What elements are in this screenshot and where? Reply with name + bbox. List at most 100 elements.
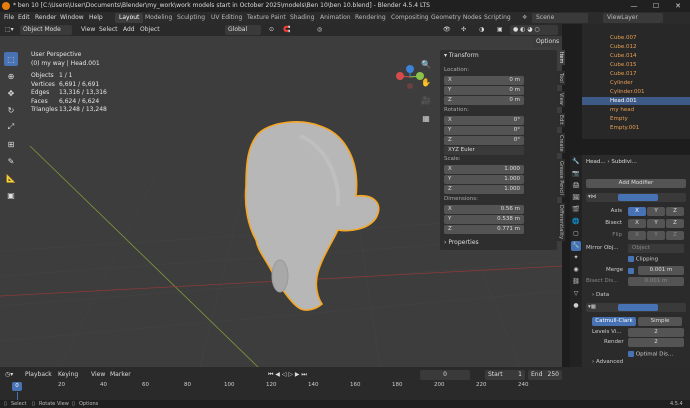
dimensions-x-field[interactable]: X 0.56 m: [444, 205, 524, 214]
menu-file[interactable]: File: [4, 12, 14, 24]
close-button[interactable]: ✕: [667, 0, 689, 12]
transform-header[interactable]: ▾ Transform: [444, 52, 479, 59]
properties-subpanel[interactable]: › Properties: [444, 239, 479, 246]
outliner-item[interactable]: Empty: [582, 115, 690, 123]
workspace-layout[interactable]: Layout: [115, 13, 144, 23]
merge-checkbox[interactable]: [628, 268, 634, 274]
playback-controls[interactable]: ⏮ ◀ ◁ ▷ ▶ ⏭: [265, 370, 310, 380]
workspace-compositing[interactable]: Compositing: [387, 13, 433, 23]
viewlayer-selector[interactable]: ViewLayer: [603, 13, 663, 23]
data-subpanel[interactable]: › Data: [592, 292, 609, 298]
tab-grease-pencil[interactable]: Grease Pencil: [557, 159, 565, 198]
workspace-shading[interactable]: Shading: [286, 13, 318, 23]
menu-render[interactable]: Render: [35, 12, 56, 24]
outliner-item[interactable]: Cube.017: [582, 70, 690, 78]
world-tab-icon[interactable]: 🌐: [571, 217, 581, 227]
rotate-icon[interactable]: ↻: [4, 103, 18, 117]
select-box-icon[interactable]: ⬚: [4, 52, 18, 66]
keying-menu[interactable]: Keying: [55, 370, 81, 380]
location-y-field[interactable]: Y 0 m: [444, 86, 524, 95]
scene-tab-icon[interactable]: 🎬: [571, 205, 581, 215]
object-menu[interactable]: Object: [137, 25, 163, 35]
subsurf-modifier-header[interactable]: ▾▦: [586, 303, 686, 312]
outliner-item[interactable]: Cube.012: [582, 43, 690, 51]
output-tab-icon[interactable]: 🖨: [571, 181, 581, 191]
mode-selector[interactable]: Object Mode: [20, 25, 72, 35]
snap-icon[interactable]: 🧲: [280, 25, 293, 35]
subsurf-toggles[interactable]: [618, 304, 658, 311]
proportional-edit-icon[interactable]: ◎: [314, 25, 325, 35]
start-frame-field[interactable]: Start 1: [485, 370, 525, 380]
view-layer-tab-icon[interactable]: 🖼: [571, 193, 581, 203]
outliner-item[interactable]: Cube.014: [582, 52, 690, 60]
select-menu[interactable]: Select: [96, 25, 121, 35]
menu-help[interactable]: Help: [89, 12, 103, 24]
mirror-axis-z[interactable]: Z: [666, 207, 684, 216]
frame-ruler[interactable]: 0 20 40 60 80 100 120 140 160 180 200 22…: [0, 382, 690, 392]
workspace-texture-paint[interactable]: Texture Paint: [243, 13, 290, 23]
workspace-uv-editing[interactable]: UV Editing: [207, 13, 246, 23]
flip-axis-z[interactable]: Z: [666, 231, 684, 240]
annotate-icon[interactable]: ✎: [4, 154, 18, 168]
timeline-view-menu[interactable]: View: [88, 370, 108, 380]
tab-view[interactable]: View: [557, 91, 565, 107]
transform-orientation[interactable]: Global: [225, 25, 261, 35]
scale-x-field[interactable]: X 1.000: [444, 165, 524, 174]
merge-distance-field[interactable]: 0.001 m: [638, 266, 684, 275]
clipping-checkbox[interactable]: Clipping: [628, 256, 658, 263]
overlays-icon[interactable]: ◑: [476, 25, 487, 35]
maximize-button[interactable]: ☐: [645, 0, 667, 12]
mirror-toggles[interactable]: [618, 194, 658, 201]
mirror-axis-x[interactable]: X: [628, 207, 646, 216]
tab-edit[interactable]: Edit: [557, 112, 565, 127]
constraints-tab-icon[interactable]: ⛓: [571, 277, 581, 287]
minimize-button[interactable]: —: [623, 0, 645, 12]
location-z-field[interactable]: Z 0 m: [444, 96, 524, 105]
measure-icon[interactable]: 📐: [4, 171, 18, 185]
scale-icon[interactable]: ⤢: [4, 120, 18, 134]
workspace-rendering[interactable]: Rendering: [351, 13, 390, 23]
advanced-subpanel[interactable]: › Advanced: [592, 359, 623, 365]
modifier-tab-icon[interactable]: 🔧: [571, 241, 581, 251]
particles-tab-icon[interactable]: ✦: [571, 253, 581, 263]
flip-axis-y[interactable]: Y: [647, 231, 665, 240]
shading-modes[interactable]: ● ◐ ◕ ○: [510, 25, 558, 35]
transform-icon[interactable]: ⊞: [4, 137, 18, 151]
rotation-z-field[interactable]: Z 0°: [444, 136, 524, 145]
menu-window[interactable]: Window: [60, 12, 84, 24]
timeline-editor-icon[interactable]: ◷▾: [2, 370, 16, 380]
outliner-item[interactable]: Empty.001: [582, 124, 690, 132]
render-levels-field[interactable]: 2: [628, 338, 684, 347]
gizmo-icon[interactable]: ✣: [458, 25, 469, 35]
bisect-axis-z[interactable]: Z: [666, 219, 684, 228]
add-menu[interactable]: Add: [120, 25, 138, 35]
physics-tab-icon[interactable]: ◉: [571, 265, 581, 275]
outliner-item[interactable]: Cube.007: [582, 34, 690, 42]
material-tab-icon[interactable]: ●: [571, 301, 581, 311]
mirror-modifier-header[interactable]: ▾⋈: [586, 193, 686, 202]
tab-item[interactable]: Item: [557, 50, 565, 66]
tab-tool[interactable]: Tool: [557, 71, 565, 86]
dimensions-z-field[interactable]: Z 0.771 m: [444, 225, 524, 234]
simple-button[interactable]: Simple: [638, 317, 682, 326]
editor-type-icon[interactable]: ⬚▾: [2, 25, 17, 35]
playback-menu[interactable]: Playback: [22, 370, 55, 380]
mirror-collapse-icon[interactable]: ▾⋈: [588, 193, 596, 202]
bisect-distance-field[interactable]: 0.001 m: [628, 277, 684, 286]
outliner-item[interactable]: Cube.015: [582, 61, 690, 69]
bisect-axis-x[interactable]: X: [628, 219, 646, 228]
workspace-geometry-nodes[interactable]: Geometry Nodes: [427, 13, 486, 23]
dimensions-y-field[interactable]: Y 0.538 m: [444, 215, 524, 224]
menu-edit[interactable]: Edit: [18, 12, 30, 24]
rotation-y-field[interactable]: Y 0°: [444, 126, 524, 135]
cursor-icon[interactable]: ⊕: [4, 69, 18, 83]
outliner-item[interactable]: Cylinder.001: [582, 88, 690, 96]
mirror-axis-y[interactable]: Y: [647, 207, 665, 216]
flip-axis-x[interactable]: X: [628, 231, 646, 240]
end-frame-field[interactable]: End 250: [528, 370, 562, 380]
rotation-mode-select[interactable]: XYZ Euler: [444, 146, 524, 155]
scale-y-field[interactable]: Y 1.000: [444, 175, 524, 184]
workspace-animation[interactable]: Animation: [316, 13, 355, 23]
tab-differentiality[interactable]: Differentiality: [557, 203, 565, 242]
render-tab-icon[interactable]: 📷: [571, 169, 581, 179]
